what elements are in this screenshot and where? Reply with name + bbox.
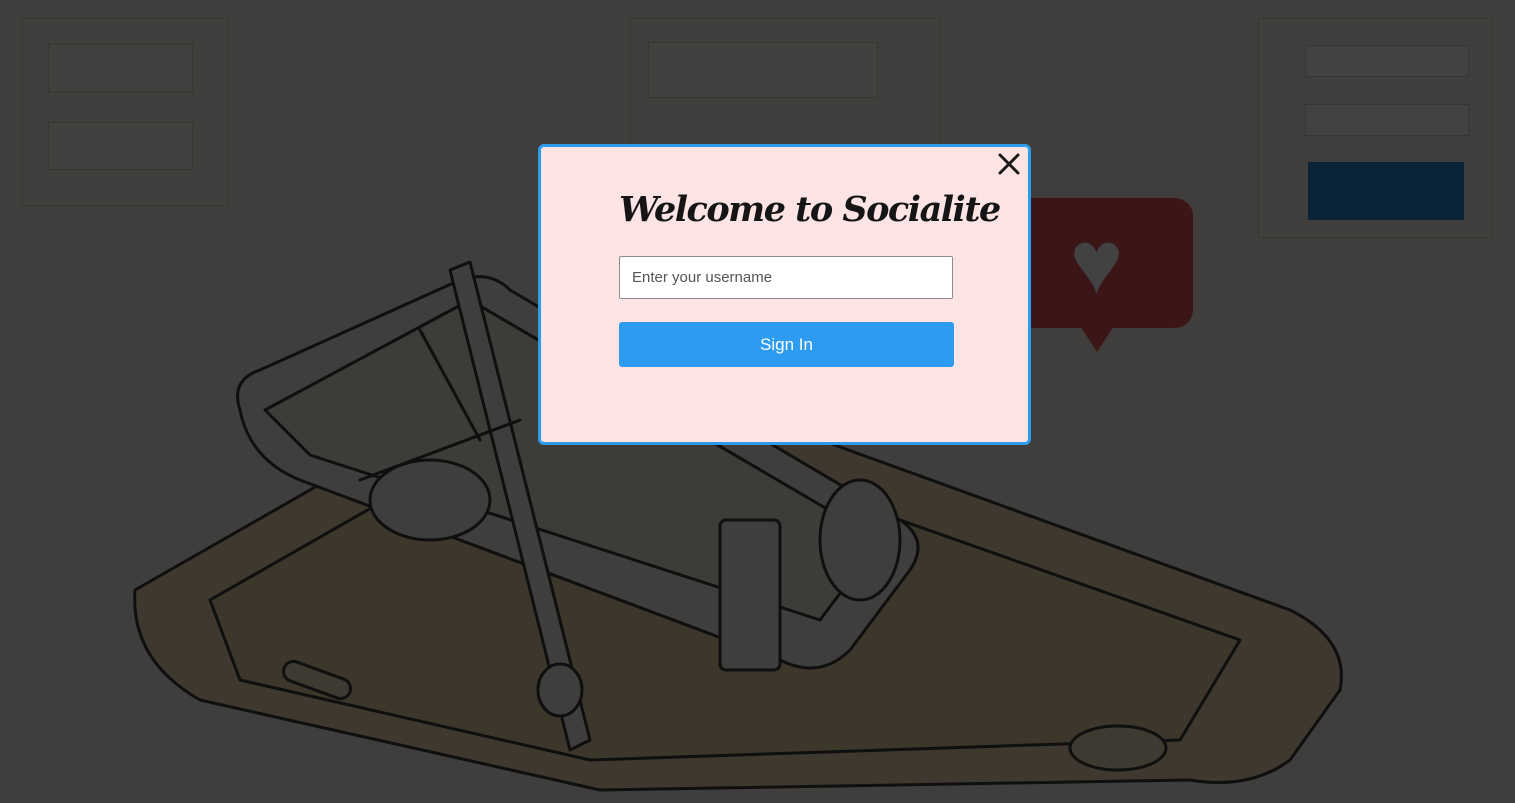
close-button[interactable] xyxy=(994,149,1024,179)
modal-title: Welcome to Socialite xyxy=(619,189,1001,230)
signin-modal: Welcome to Socialite Sign In xyxy=(538,144,1031,445)
close-icon xyxy=(998,153,1020,175)
page: ♥ Welcome to Socialite Sign In xyxy=(0,0,1515,803)
username-input[interactable] xyxy=(619,256,953,299)
signin-button[interactable]: Sign In xyxy=(619,322,954,367)
